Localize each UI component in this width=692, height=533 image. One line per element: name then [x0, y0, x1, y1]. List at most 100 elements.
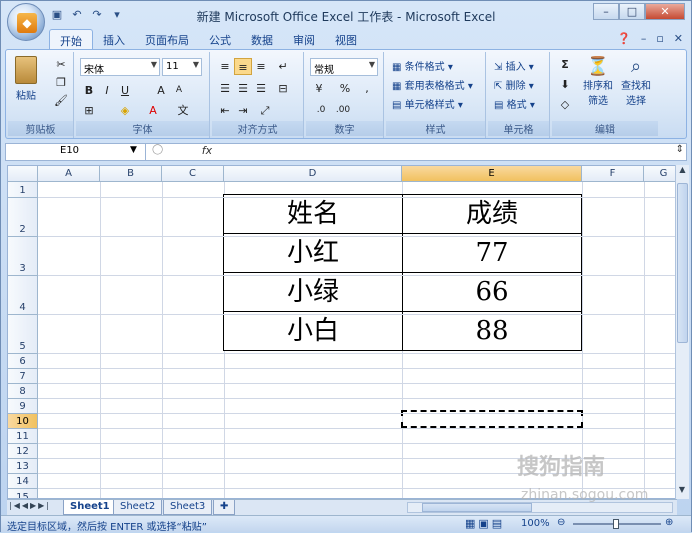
row-header-4[interactable]: 4	[8, 276, 38, 315]
align-middle-icon[interactable]: ≡	[234, 58, 252, 75]
currency-icon[interactable]: ¥	[310, 80, 328, 97]
col-header-c[interactable]: C	[162, 166, 224, 182]
row-header-15[interactable]: 15	[8, 489, 38, 498]
office-button[interactable]: ◆	[7, 3, 45, 41]
row-header-8[interactable]: 8	[8, 384, 38, 399]
expand-formula-bar-icon[interactable]: ⇕	[676, 144, 684, 155]
align-center-icon[interactable]: ☰	[234, 80, 252, 97]
row-header-13[interactable]: 13	[8, 459, 38, 474]
font-color-icon[interactable]: A	[144, 102, 162, 119]
insert-sheet-icon[interactable]: ✚	[213, 500, 236, 515]
align-right-icon[interactable]: ☰	[252, 80, 270, 97]
col-header-d[interactable]: D	[224, 166, 402, 182]
name-box-dropdown-icon[interactable]: ▼	[130, 145, 137, 155]
align-bottom-icon[interactable]: ≡	[252, 58, 270, 75]
sheet-tab-3[interactable]: Sheet3	[163, 500, 213, 515]
tab-view[interactable]: 视图	[325, 29, 367, 49]
tab-insert[interactable]: 插入	[93, 29, 135, 49]
comma-icon[interactable]: ,	[358, 80, 376, 97]
fill-color-icon[interactable]: ◈	[116, 102, 134, 119]
increase-indent-icon[interactable]: ⇥	[234, 102, 252, 119]
table-cell[interactable]: 小绿	[223, 272, 403, 312]
copy-icon[interactable]: ❐	[52, 74, 70, 91]
tab-formulas[interactable]: 公式	[199, 29, 241, 49]
sort-filter-button[interactable]: ⏳ 排序和 筛选	[580, 56, 616, 107]
decrease-decimal-icon[interactable]: .00	[334, 102, 352, 119]
col-header-b[interactable]: B	[100, 166, 162, 182]
tab-page-layout[interactable]: 页面布局	[135, 29, 199, 49]
phonetic-icon[interactable]: 文	[174, 102, 192, 119]
view-buttons-icon[interactable]: ▦▣▤	[465, 517, 505, 530]
table-cell[interactable]: 88	[402, 311, 582, 351]
tab-home[interactable]: 开始	[49, 29, 93, 49]
scroll-down-icon[interactable]: ▼	[676, 485, 688, 499]
table-cell[interactable]: 小白	[223, 311, 403, 351]
insert-cells-button[interactable]: ⇲ 插入 ▾	[494, 58, 534, 73]
row-header-3[interactable]: 3	[8, 237, 38, 276]
close-button[interactable]: ✕	[645, 3, 685, 20]
row-header-1[interactable]: 1	[8, 182, 38, 198]
increase-decimal-icon[interactable]: .0	[312, 102, 330, 119]
italic-button[interactable]: I	[98, 82, 116, 99]
row-header-11[interactable]: 11	[8, 429, 38, 444]
underline-button[interactable]: U	[116, 82, 134, 99]
minimize-button[interactable]: –	[593, 3, 619, 20]
align-left-icon[interactable]: ☰	[216, 80, 234, 97]
scroll-up-icon[interactable]: ▲	[676, 165, 689, 179]
wrap-text-icon[interactable]: ↵	[274, 58, 292, 75]
row-header-6[interactable]: 6	[8, 354, 38, 369]
row-header-7[interactable]: 7	[8, 369, 38, 384]
grow-font-button[interactable]: A	[152, 82, 170, 99]
h-scroll-thumb[interactable]	[422, 503, 532, 512]
cut-icon[interactable]: ✂	[52, 56, 70, 73]
sheet-tab-2[interactable]: Sheet2	[113, 500, 163, 515]
fill-icon[interactable]: ⬇	[556, 76, 574, 93]
name-box[interactable]: E10 ▼	[6, 144, 146, 160]
table-header-name[interactable]: 姓名	[223, 194, 403, 234]
maximize-button[interactable]: □	[619, 3, 645, 20]
workbook-restore-icon[interactable]: ▫	[656, 32, 663, 45]
ribbon-minimize-icon[interactable]: –	[641, 32, 647, 45]
font-name-combo[interactable]: 宋体 ▼	[80, 58, 160, 76]
shrink-font-button[interactable]: A	[170, 82, 188, 99]
percent-icon[interactable]: %	[336, 80, 354, 97]
bold-button[interactable]: B	[80, 82, 98, 99]
col-header-a[interactable]: A	[38, 166, 100, 182]
help-icon[interactable]: ❓	[617, 32, 631, 45]
font-size-combo[interactable]: 11 ▼	[162, 58, 202, 76]
table-cell[interactable]: 66	[402, 272, 582, 312]
tab-data[interactable]: 数据	[241, 29, 283, 49]
zoom-out-icon[interactable]: ⊖	[557, 517, 565, 528]
col-header-e[interactable]: E	[402, 166, 582, 182]
row-header-14[interactable]: 14	[8, 474, 38, 489]
row-header-9[interactable]: 9	[8, 399, 38, 414]
zoom-in-icon[interactable]: ⊕	[665, 517, 673, 528]
zoom-level[interactable]: 100%	[521, 518, 550, 529]
vertical-scrollbar[interactable]: ▲ ▼	[675, 165, 689, 499]
number-format-combo[interactable]: 常规 ▼	[310, 58, 378, 76]
col-header-f[interactable]: F	[582, 166, 644, 182]
paste-button[interactable]: 粘贴	[12, 56, 40, 102]
workbook-close-icon[interactable]: ✕	[674, 32, 683, 45]
zoom-slider-thumb[interactable]	[613, 519, 619, 529]
format-cells-button[interactable]: ▤ 格式 ▾	[494, 96, 535, 111]
row-header-5[interactable]: 5	[8, 315, 38, 354]
delete-cells-button[interactable]: ⇱ 删除 ▾	[494, 77, 534, 92]
sheet-nav-icons[interactable]: |◀◀▶▶|	[9, 501, 51, 510]
horizontal-scrollbar[interactable]	[407, 502, 673, 513]
table-header-score[interactable]: 成绩	[402, 194, 582, 234]
select-all-corner[interactable]	[8, 166, 38, 182]
table-cell[interactable]: 小红	[223, 233, 403, 273]
orientation-icon[interactable]: ⤢	[256, 102, 274, 119]
tab-review[interactable]: 审阅	[283, 29, 325, 49]
autosum-icon[interactable]: Σ	[556, 56, 574, 73]
insert-function-button[interactable]: fx	[196, 144, 218, 160]
align-top-icon[interactable]: ≡	[216, 58, 234, 75]
col-header-g[interactable]: G	[644, 166, 676, 182]
merge-center-icon[interactable]: ⊟	[274, 80, 292, 97]
row-header-10[interactable]: 10	[8, 414, 38, 429]
format-painter-icon[interactable]: 🖌	[52, 92, 70, 109]
clear-icon[interactable]: ◇	[556, 96, 574, 113]
format-as-table-button[interactable]: ▦ 套用表格格式 ▾	[392, 77, 473, 92]
formula-input[interactable]	[220, 145, 672, 159]
